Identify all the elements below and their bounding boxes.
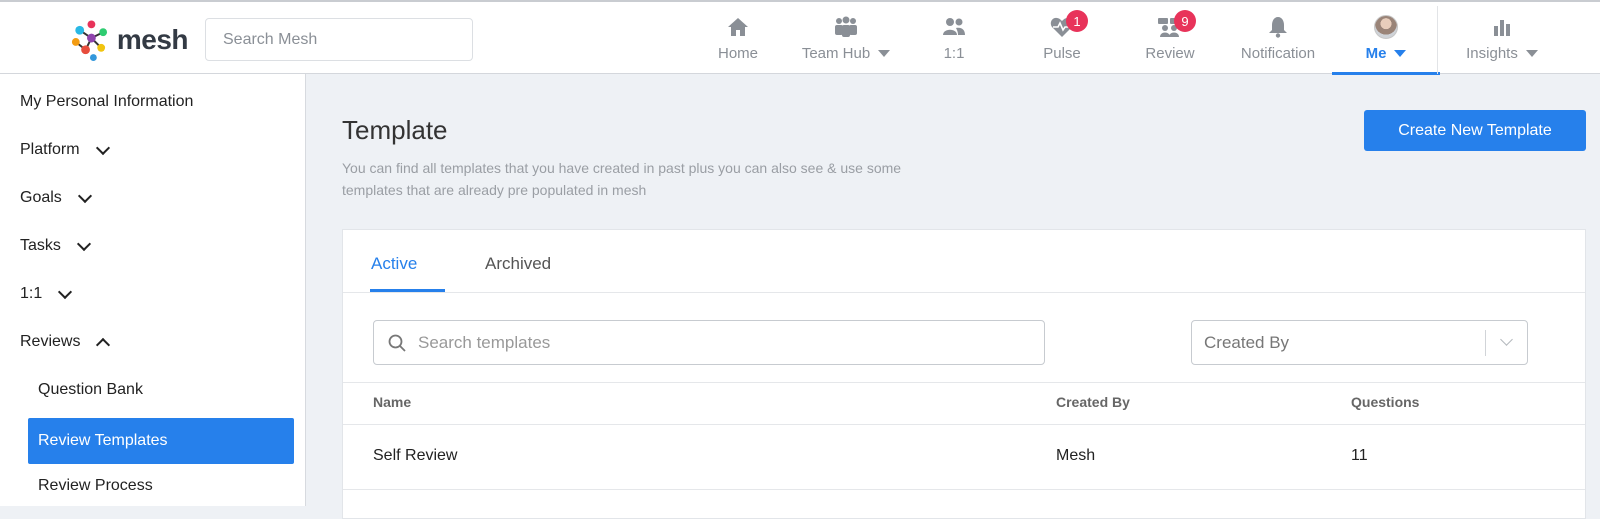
sidebar-item-personal-info[interactable]: My Personal Information: [20, 90, 193, 114]
nav-me-label: Me: [1365, 45, 1387, 62]
created-by-select[interactable]: Created By: [1191, 320, 1528, 365]
cell-questions: 11: [1351, 447, 1368, 464]
chevron-down-icon: [878, 50, 891, 57]
sidebar-item-label: Reviews: [20, 333, 81, 350]
main-nav: Home Team Hub 1:1 1 Pulse 9 Review Notif…: [684, 2, 1440, 75]
sidebar: My Personal Information Platform Goals T…: [0, 74, 306, 506]
template-search-input[interactable]: Search templates: [373, 320, 1045, 365]
tab-active[interactable]: Active: [371, 254, 417, 290]
nav-pulse[interactable]: 1 Pulse: [1008, 2, 1116, 74]
team-icon: [833, 15, 859, 39]
templates-card: Active Archived Search templates Created…: [342, 229, 1586, 519]
created-by-placeholder: Created By: [1204, 332, 1290, 352]
sidebar-item-platform[interactable]: Platform: [20, 138, 110, 162]
nav-notification[interactable]: Notification: [1224, 2, 1332, 74]
chevron-down-icon: [1525, 50, 1538, 57]
sidebar-item-label: Platform: [20, 141, 80, 158]
nav-review[interactable]: 9 Review: [1116, 2, 1224, 74]
chevron-down-icon: [76, 236, 91, 251]
column-header-created-by[interactable]: Created By: [1056, 394, 1130, 410]
nav-insights-label: Insights: [1466, 45, 1518, 62]
divider: [343, 382, 1585, 383]
sidebar-item-label: My Personal Information: [20, 93, 194, 110]
brand-name: mesh: [116, 24, 189, 55]
sidebar-item-one-on-one[interactable]: 1:1: [20, 282, 73, 306]
global-search-input[interactable]: Search Mesh: [205, 18, 473, 61]
chevron-down-icon: [1500, 333, 1513, 346]
chevron-up-icon: [96, 337, 111, 352]
column-header-name[interactable]: Name: [373, 394, 411, 410]
divider: [343, 292, 1585, 293]
nav-pulse-label: Pulse: [1043, 45, 1081, 62]
chevron-down-icon: [95, 140, 110, 155]
sidebar-item-question-bank[interactable]: Question Bank: [38, 378, 143, 402]
cell-created-by: Mesh: [1056, 447, 1096, 464]
people-icon: [941, 15, 967, 39]
template-search-placeholder: Search templates: [418, 332, 551, 352]
page-title: Template: [342, 115, 448, 145]
sidebar-item-label: Goals: [20, 189, 62, 206]
sidebar-item-label: Tasks: [20, 237, 61, 254]
nav-home[interactable]: Home: [684, 2, 792, 74]
nav-team-hub[interactable]: Team Hub: [792, 2, 900, 74]
bell-icon: [1265, 15, 1291, 39]
select-separator: [1485, 330, 1486, 356]
column-header-questions[interactable]: Questions: [1351, 394, 1419, 410]
nav-divider: [1437, 6, 1438, 74]
avatar: [1374, 15, 1398, 39]
chevron-down-icon: [77, 188, 92, 203]
pulse-badge: 1: [1066, 10, 1088, 32]
sidebar-item-tasks[interactable]: Tasks: [20, 234, 91, 258]
nav-home-label: Home: [717, 45, 758, 62]
chevron-down-icon: [58, 284, 73, 299]
sidebar-item-reviews[interactable]: Reviews: [20, 330, 111, 354]
nav-me[interactable]: Me: [1332, 2, 1440, 75]
divider: [343, 489, 1585, 490]
nav-team-hub-label: Team Hub: [801, 45, 871, 62]
bar-chart-icon: [1489, 15, 1515, 39]
nav-insights[interactable]: Insights: [1452, 2, 1552, 74]
review-badge: 9: [1174, 10, 1196, 32]
mesh-logo[interactable]: mesh: [68, 16, 189, 64]
chevron-down-icon: [1394, 50, 1407, 57]
tab-archived[interactable]: Archived: [485, 254, 551, 290]
sidebar-item-label: Question Bank: [38, 381, 143, 398]
nav-one-on-one[interactable]: 1:1: [900, 2, 1008, 74]
search-icon: [388, 334, 406, 352]
top-navigation-bar: mesh Search Mesh Home Team Hub 1:1 1 Pul…: [0, 0, 1600, 75]
home-icon: [725, 15, 751, 39]
sidebar-item-label: Review Templates: [38, 432, 168, 449]
cell-name[interactable]: Self Review: [373, 447, 457, 465]
nav-notification-label: Notification: [1240, 45, 1316, 62]
sidebar-item-label: Review Process: [38, 477, 153, 494]
nav-one-on-one-label: 1:1: [943, 45, 965, 62]
page-description: You can find all templates that you have…: [342, 160, 902, 198]
mesh-logo-icon: [71, 20, 108, 61]
create-new-template-button[interactable]: Create New Template: [1364, 110, 1586, 151]
divider: [343, 424, 1585, 425]
sidebar-item-label: 1:1: [20, 285, 43, 302]
nav-review-label: Review: [1145, 45, 1195, 62]
sidebar-item-review-templates[interactable]: Review Templates: [28, 418, 294, 464]
sidebar-item-review-process[interactable]: Review Process: [38, 474, 153, 498]
sidebar-item-goals[interactable]: Goals: [20, 186, 92, 210]
